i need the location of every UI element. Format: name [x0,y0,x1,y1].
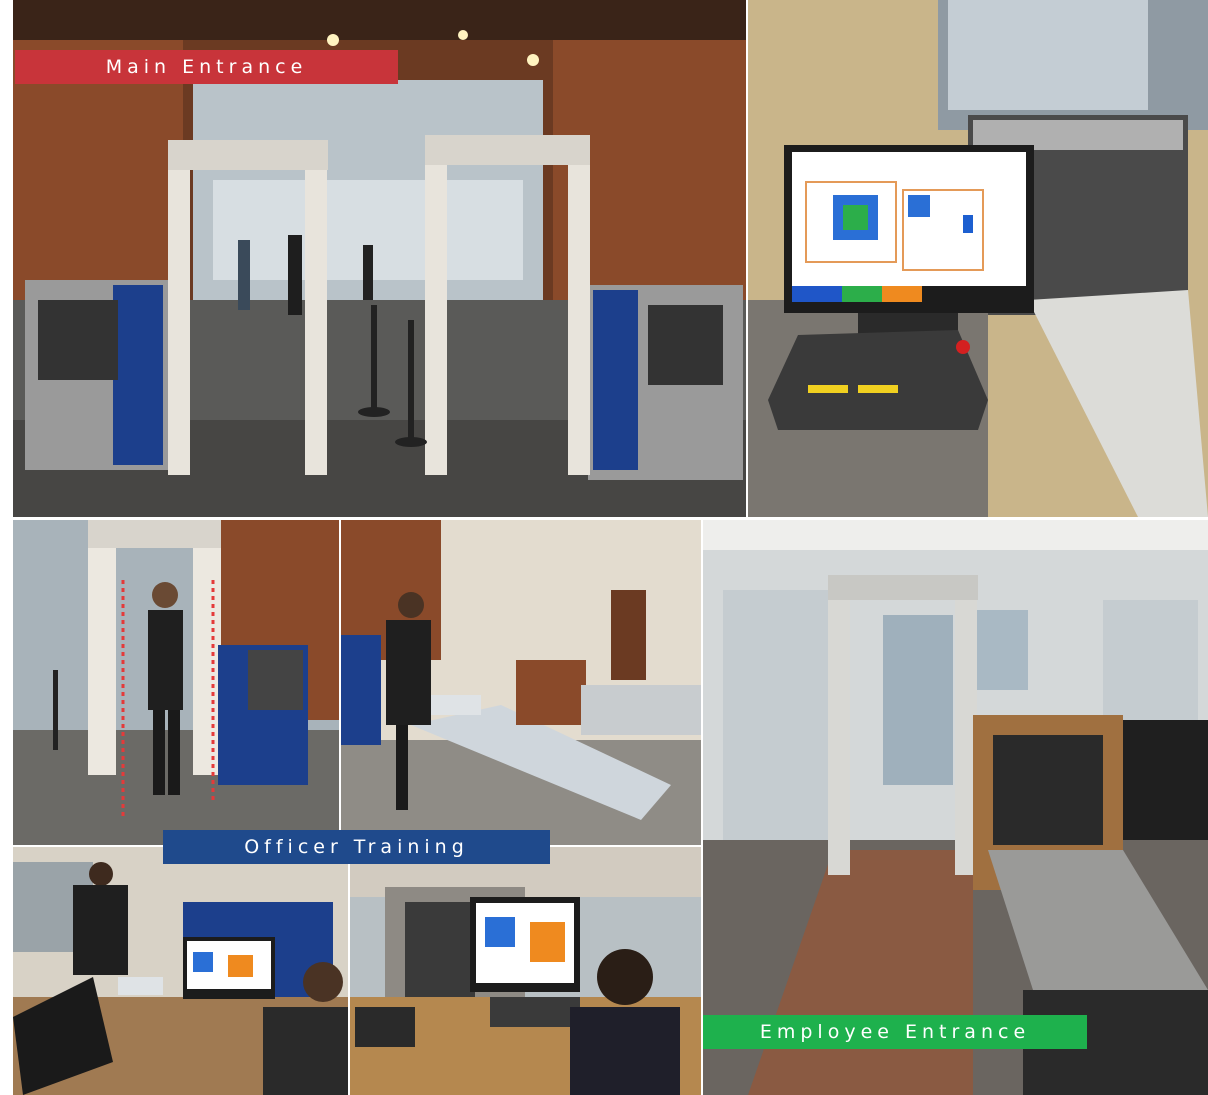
xray-monitor-photo [748,0,1208,517]
training-station-photo [13,847,348,1095]
main-entrance-caption: Main Entrance [15,50,398,84]
xray-operator-photo [350,847,701,1095]
officer-training-caption: Officer Training [163,830,550,864]
employee-entrance-photo [703,520,1208,1095]
officer-conveyor-photo [341,520,701,845]
officer-detector-photo [13,520,339,845]
employee-entrance-caption: Employee Entrance [703,1015,1087,1049]
